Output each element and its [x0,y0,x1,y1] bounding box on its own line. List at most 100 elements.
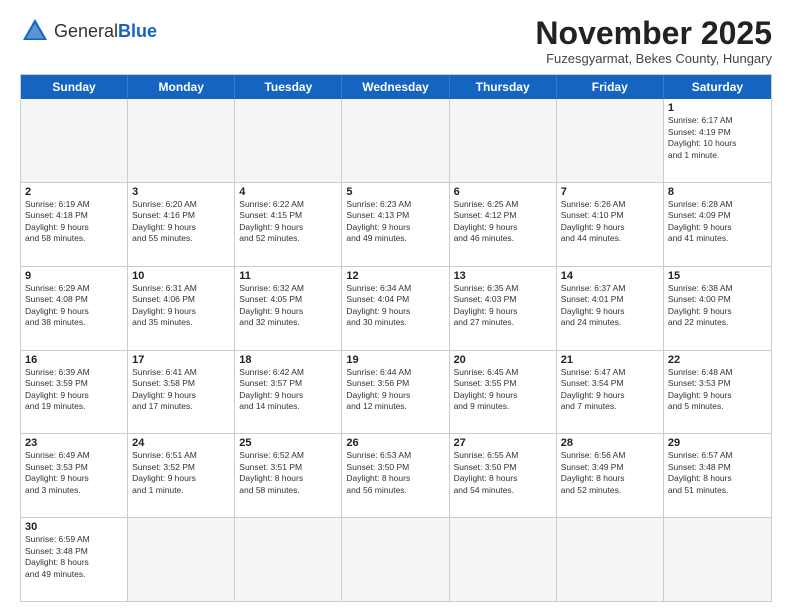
day-number: 27 [454,437,552,449]
day-number: 25 [239,437,337,449]
day-info: Sunrise: 6:22 AM Sunset: 4:15 PM Dayligh… [239,199,337,245]
day-number: 5 [346,186,444,198]
day-info: Sunrise: 6:49 AM Sunset: 3:53 PM Dayligh… [25,450,123,496]
day-info: Sunrise: 6:56 AM Sunset: 3:49 PM Dayligh… [561,450,659,496]
cal-cell [128,99,235,182]
weekday-header-thursday: Thursday [450,75,557,99]
day-number: 11 [239,270,337,282]
logo-icon [20,16,50,46]
cal-cell: 3Sunrise: 6:20 AM Sunset: 4:16 PM Daylig… [128,183,235,266]
weekday-header-sunday: Sunday [21,75,128,99]
cal-cell: 9Sunrise: 6:29 AM Sunset: 4:08 PM Daylig… [21,267,128,350]
cal-cell: 6Sunrise: 6:25 AM Sunset: 4:12 PM Daylig… [450,183,557,266]
cal-cell [557,518,664,601]
calendar-row-4: 23Sunrise: 6:49 AM Sunset: 3:53 PM Dayli… [21,433,771,517]
cal-cell: 12Sunrise: 6:34 AM Sunset: 4:04 PM Dayli… [342,267,449,350]
day-number: 21 [561,354,659,366]
day-number: 23 [25,437,123,449]
cal-cell [450,518,557,601]
day-number: 4 [239,186,337,198]
day-number: 7 [561,186,659,198]
day-info: Sunrise: 6:48 AM Sunset: 3:53 PM Dayligh… [668,367,767,413]
cal-cell: 26Sunrise: 6:53 AM Sunset: 3:50 PM Dayli… [342,434,449,517]
cal-cell: 22Sunrise: 6:48 AM Sunset: 3:53 PM Dayli… [664,351,771,434]
day-number: 3 [132,186,230,198]
day-number: 8 [668,186,767,198]
day-info: Sunrise: 6:52 AM Sunset: 3:51 PM Dayligh… [239,450,337,496]
weekday-header-wednesday: Wednesday [342,75,449,99]
day-info: Sunrise: 6:31 AM Sunset: 4:06 PM Dayligh… [132,283,230,329]
day-number: 20 [454,354,552,366]
day-info: Sunrise: 6:39 AM Sunset: 3:59 PM Dayligh… [25,367,123,413]
cal-cell: 16Sunrise: 6:39 AM Sunset: 3:59 PM Dayli… [21,351,128,434]
calendar-row-0: 1Sunrise: 6:17 AM Sunset: 4:19 PM Daylig… [21,99,771,182]
cal-cell: 30Sunrise: 6:59 AM Sunset: 3:48 PM Dayli… [21,518,128,601]
cal-cell: 19Sunrise: 6:44 AM Sunset: 3:56 PM Dayli… [342,351,449,434]
cal-cell: 17Sunrise: 6:41 AM Sunset: 3:58 PM Dayli… [128,351,235,434]
day-number: 6 [454,186,552,198]
calendar-row-2: 9Sunrise: 6:29 AM Sunset: 4:08 PM Daylig… [21,266,771,350]
cal-cell [128,518,235,601]
day-info: Sunrise: 6:26 AM Sunset: 4:10 PM Dayligh… [561,199,659,245]
calendar-header: SundayMondayTuesdayWednesdayThursdayFrid… [21,75,771,99]
day-info: Sunrise: 6:34 AM Sunset: 4:04 PM Dayligh… [346,283,444,329]
day-number: 14 [561,270,659,282]
day-info: Sunrise: 6:57 AM Sunset: 3:48 PM Dayligh… [668,450,767,496]
day-info: Sunrise: 6:42 AM Sunset: 3:57 PM Dayligh… [239,367,337,413]
cal-cell: 20Sunrise: 6:45 AM Sunset: 3:55 PM Dayli… [450,351,557,434]
day-number: 22 [668,354,767,366]
day-info: Sunrise: 6:38 AM Sunset: 4:00 PM Dayligh… [668,283,767,329]
day-number: 30 [25,521,123,533]
day-number: 2 [25,186,123,198]
day-number: 9 [25,270,123,282]
day-info: Sunrise: 6:51 AM Sunset: 3:52 PM Dayligh… [132,450,230,496]
cal-cell: 11Sunrise: 6:32 AM Sunset: 4:05 PM Dayli… [235,267,342,350]
header: GeneralBlue November 2025 Fuzesgyarmat, … [20,16,772,66]
day-info: Sunrise: 6:29 AM Sunset: 4:08 PM Dayligh… [25,283,123,329]
cal-cell: 21Sunrise: 6:47 AM Sunset: 3:54 PM Dayli… [557,351,664,434]
cal-cell [342,99,449,182]
day-info: Sunrise: 6:35 AM Sunset: 4:03 PM Dayligh… [454,283,552,329]
cal-cell: 10Sunrise: 6:31 AM Sunset: 4:06 PM Dayli… [128,267,235,350]
cal-cell [235,518,342,601]
day-number: 16 [25,354,123,366]
cal-cell: 14Sunrise: 6:37 AM Sunset: 4:01 PM Dayli… [557,267,664,350]
weekday-header-friday: Friday [557,75,664,99]
cal-cell: 13Sunrise: 6:35 AM Sunset: 4:03 PM Dayli… [450,267,557,350]
day-info: Sunrise: 6:45 AM Sunset: 3:55 PM Dayligh… [454,367,552,413]
day-number: 12 [346,270,444,282]
weekday-header-monday: Monday [128,75,235,99]
day-number: 17 [132,354,230,366]
day-info: Sunrise: 6:44 AM Sunset: 3:56 PM Dayligh… [346,367,444,413]
cal-cell: 28Sunrise: 6:56 AM Sunset: 3:49 PM Dayli… [557,434,664,517]
day-info: Sunrise: 6:59 AM Sunset: 3:48 PM Dayligh… [25,534,123,580]
cal-cell: 24Sunrise: 6:51 AM Sunset: 3:52 PM Dayli… [128,434,235,517]
day-info: Sunrise: 6:53 AM Sunset: 3:50 PM Dayligh… [346,450,444,496]
cal-cell: 18Sunrise: 6:42 AM Sunset: 3:57 PM Dayli… [235,351,342,434]
cal-cell [450,99,557,182]
cal-cell: 23Sunrise: 6:49 AM Sunset: 3:53 PM Dayli… [21,434,128,517]
day-number: 19 [346,354,444,366]
weekday-header-saturday: Saturday [664,75,771,99]
calendar-row-3: 16Sunrise: 6:39 AM Sunset: 3:59 PM Dayli… [21,350,771,434]
location-subtitle: Fuzesgyarmat, Bekes County, Hungary [535,51,772,66]
cal-cell [21,99,128,182]
cal-cell: 1Sunrise: 6:17 AM Sunset: 4:19 PM Daylig… [664,99,771,182]
logo: GeneralBlue [20,16,157,46]
day-number: 15 [668,270,767,282]
day-number: 10 [132,270,230,282]
day-info: Sunrise: 6:32 AM Sunset: 4:05 PM Dayligh… [239,283,337,329]
day-number: 26 [346,437,444,449]
day-info: Sunrise: 6:17 AM Sunset: 4:19 PM Dayligh… [668,115,767,161]
cal-cell [557,99,664,182]
month-title: November 2025 [535,16,772,51]
cal-cell: 25Sunrise: 6:52 AM Sunset: 3:51 PM Dayli… [235,434,342,517]
day-info: Sunrise: 6:23 AM Sunset: 4:13 PM Dayligh… [346,199,444,245]
day-info: Sunrise: 6:47 AM Sunset: 3:54 PM Dayligh… [561,367,659,413]
logo-blue: Blue [118,21,157,41]
calendar-row-1: 2Sunrise: 6:19 AM Sunset: 4:18 PM Daylig… [21,182,771,266]
calendar-body: 1Sunrise: 6:17 AM Sunset: 4:19 PM Daylig… [21,99,771,601]
day-number: 18 [239,354,337,366]
logo-general: General [54,21,118,41]
cal-cell: 15Sunrise: 6:38 AM Sunset: 4:00 PM Dayli… [664,267,771,350]
